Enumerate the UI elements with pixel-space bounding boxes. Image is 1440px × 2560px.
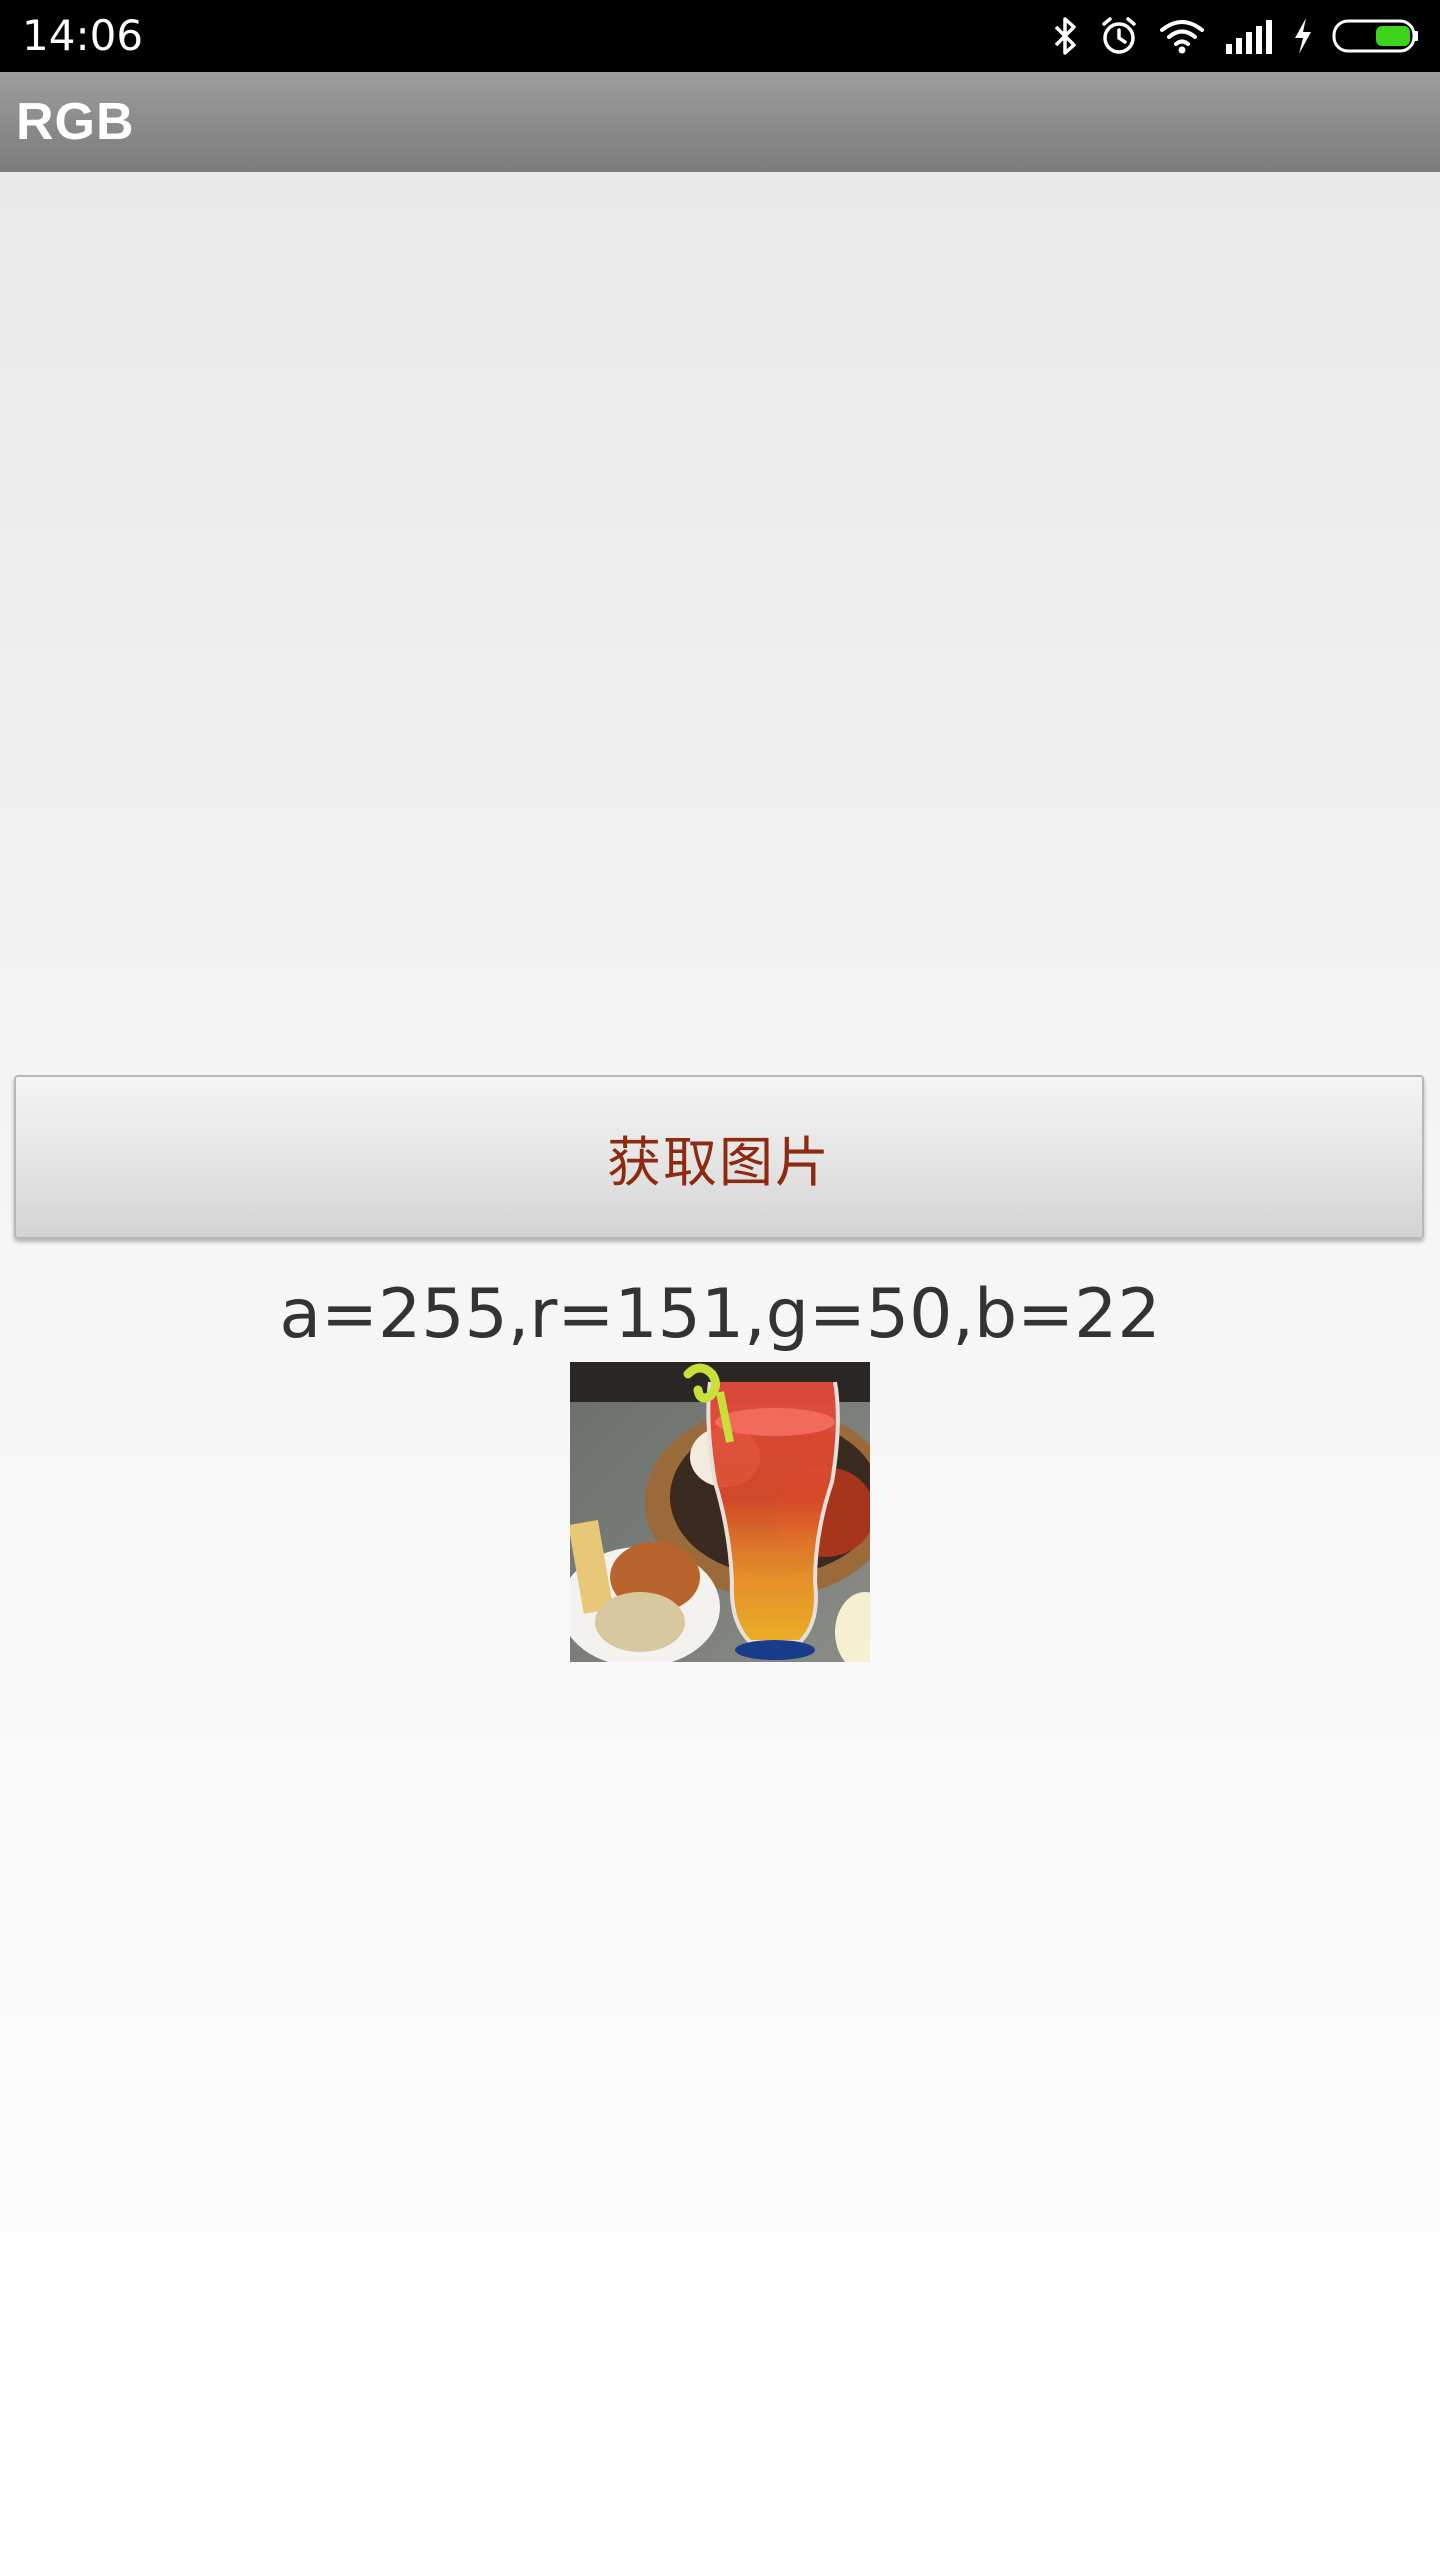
get-image-button[interactable]: 获取图片 [14, 1075, 1424, 1239]
alarm-icon [1098, 15, 1140, 57]
bluetooth-icon [1050, 15, 1080, 57]
status-time: 14:06 [22, 11, 144, 60]
wifi-icon [1158, 16, 1206, 56]
app-title: RGB [16, 93, 135, 151]
get-image-button-label: 获取图片 [607, 1130, 831, 1194]
preview-image [570, 1362, 870, 1662]
signal-icon [1224, 16, 1274, 56]
battery-icon [1332, 17, 1420, 55]
rgb-value-text: a=255,r=151,g=50,b=22 [279, 1275, 1161, 1354]
action-bar: RGB [0, 72, 1440, 172]
main-content: 获取图片 a=255,r=151,g=50,b=22 [0, 172, 1440, 2560]
charging-icon [1292, 16, 1314, 56]
status-bar: 14:06 [0, 0, 1440, 72]
status-icons [1050, 0, 1420, 72]
